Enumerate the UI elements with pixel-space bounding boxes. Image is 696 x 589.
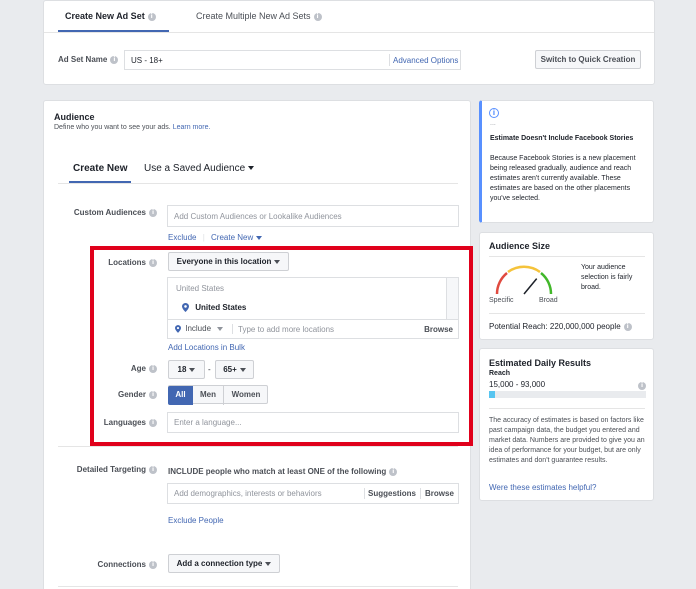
audience-subtitle: Define who you want to see your ads. Lea…: [54, 123, 210, 133]
ad-set-name-label-text: Ad Set Name: [58, 55, 108, 64]
audience-size-gauge: [495, 265, 553, 295]
potential-reach-divider: [489, 313, 645, 314]
audience-subtitle-text: Define who you want to see your ads.: [54, 124, 171, 131]
accuracy-note: The accuracy of estimates is based on fa…: [489, 417, 645, 464]
tab-create-new-audience[interactable]: Create New: [73, 163, 127, 174]
section-divider: [58, 446, 458, 447]
info-icon: i: [149, 560, 157, 569]
bottom-divider: [58, 586, 458, 587]
actions-separator: |: [202, 233, 205, 242]
audience-size-card: Audience Size Your audience selection is…: [479, 232, 654, 340]
detailed-targeting-label: Detailed Targeting i: [77, 465, 157, 474]
detailed-browse-button[interactable]: Browse: [425, 489, 454, 498]
browse-separator: [420, 488, 421, 499]
daily-results-divider: [489, 408, 645, 409]
ad-set-name-label: Ad Set Name i: [58, 55, 119, 64]
gauge-specific-label: Specific: [489, 297, 514, 304]
ad-set-name-value: US - 18+: [131, 56, 163, 65]
exclude-people-link[interactable]: Exclude People: [168, 516, 224, 525]
connections-dropdown[interactable]: Add a connection type: [168, 554, 280, 573]
custom-audiences-label: Custom Audiences i: [74, 208, 157, 217]
tab-saved-audience-label: Use a Saved Audience: [144, 163, 246, 174]
learn-more-link[interactable]: Learn more.: [173, 124, 211, 131]
suggestions-button[interactable]: Suggestions: [368, 489, 416, 498]
gauge-needle: [523, 278, 538, 295]
tab-divider: [44, 32, 654, 33]
connections-label-text: Connections: [97, 560, 146, 569]
adset-card: Create New Ad Set i Create Multiple New A…: [43, 0, 655, 85]
info-icon: i: [149, 465, 157, 474]
audience-size-title: Audience Size: [489, 241, 551, 251]
tab-create-new-ad-set-label: Create New Ad Set: [65, 11, 145, 21]
custom-audiences-input[interactable]: Add Custom Audiences or Lookalike Audien…: [167, 205, 459, 227]
notice-dots: ...: [490, 120, 496, 127]
reach-range: 15,000 - 93,000: [489, 380, 546, 389]
audience-size-divider: [489, 256, 645, 257]
info-icon: i: [149, 208, 157, 217]
connections-dropdown-label: Add a connection type: [176, 559, 263, 568]
potential-reach: Potential Reach: 220,000,000 people i: [489, 322, 632, 331]
estimates-helpful-link[interactable]: Were these estimates helpful?: [489, 483, 596, 492]
connections-label: Connections i: [98, 560, 157, 569]
gauge-broad-label: Broad: [539, 297, 558, 304]
tab-create-new-ad-set[interactable]: Create New Ad Set i: [65, 11, 156, 21]
highlight-box: [90, 246, 473, 446]
caret-down-icon: [248, 166, 255, 171]
audience-title: Audience: [54, 112, 95, 122]
info-icon: i: [623, 322, 632, 331]
info-icon: i: [313, 12, 322, 21]
reach-bar-fill: [489, 391, 496, 398]
notice-info-icon: i: [489, 108, 499, 118]
stories-notice-card: i ... Estimate Doesn't Include Facebook …: [479, 100, 654, 223]
advanced-options-separator: [389, 54, 390, 66]
detailed-targeting-placeholder: Add demographics, interests or behaviors: [174, 489, 322, 498]
gauge-red-segment: [495, 272, 508, 295]
notice-body: Because Facebook Stories is a new placem…: [490, 155, 636, 202]
info-icon: i: [110, 55, 119, 64]
detailed-include-text: INCLUDE people who match at least ONE of…: [168, 467, 398, 476]
custom-audiences-label-text: Custom Audiences: [73, 208, 146, 217]
audience-size-description: Your audience selection is fairly broad.: [581, 264, 633, 291]
tab-create-multiple-ad-sets[interactable]: Create Multiple New Ad Sets i: [196, 11, 322, 21]
tab-saved-audience[interactable]: Use a Saved Audience: [144, 163, 255, 174]
create-new-link[interactable]: Create New: [211, 233, 263, 242]
potential-reach-text: Potential Reach: 220,000,000 people: [489, 322, 621, 331]
detailed-targeting-label-text: Detailed Targeting: [76, 465, 146, 474]
gauge-yellow-segment: [507, 265, 541, 274]
detailed-include-label: INCLUDE people who match at least ONE of…: [168, 467, 387, 476]
info-icon: i: [389, 467, 398, 476]
info-icon: i: [638, 382, 646, 390]
tab-create-multiple-label: Create Multiple New Ad Sets: [196, 11, 311, 21]
create-new-link-text: Create New: [211, 233, 254, 242]
caret-down-icon: [256, 235, 263, 240]
caret-down-icon: [265, 561, 272, 566]
advanced-options-link[interactable]: Advanced Options: [393, 56, 458, 65]
reach-label: Reach: [489, 370, 511, 377]
notice-title: Estimate Doesn't Include Facebook Storie…: [490, 135, 634, 142]
info-icon: i: [147, 12, 156, 21]
reach-bar: [489, 391, 646, 398]
exclude-link[interactable]: Exclude: [168, 233, 196, 242]
audience-tab-divider: [58, 183, 458, 184]
daily-results-card: Estimated Daily Results Reach 15,000 - 9…: [479, 348, 654, 501]
daily-results-title: Estimated Daily Results: [489, 358, 592, 368]
custom-audiences-actions: Exclude | Create New: [168, 233, 263, 242]
suggestions-separator: [364, 488, 365, 499]
gauge-green-segment: [540, 272, 553, 295]
switch-quick-creation-button[interactable]: Switch to Quick Creation: [535, 50, 641, 69]
